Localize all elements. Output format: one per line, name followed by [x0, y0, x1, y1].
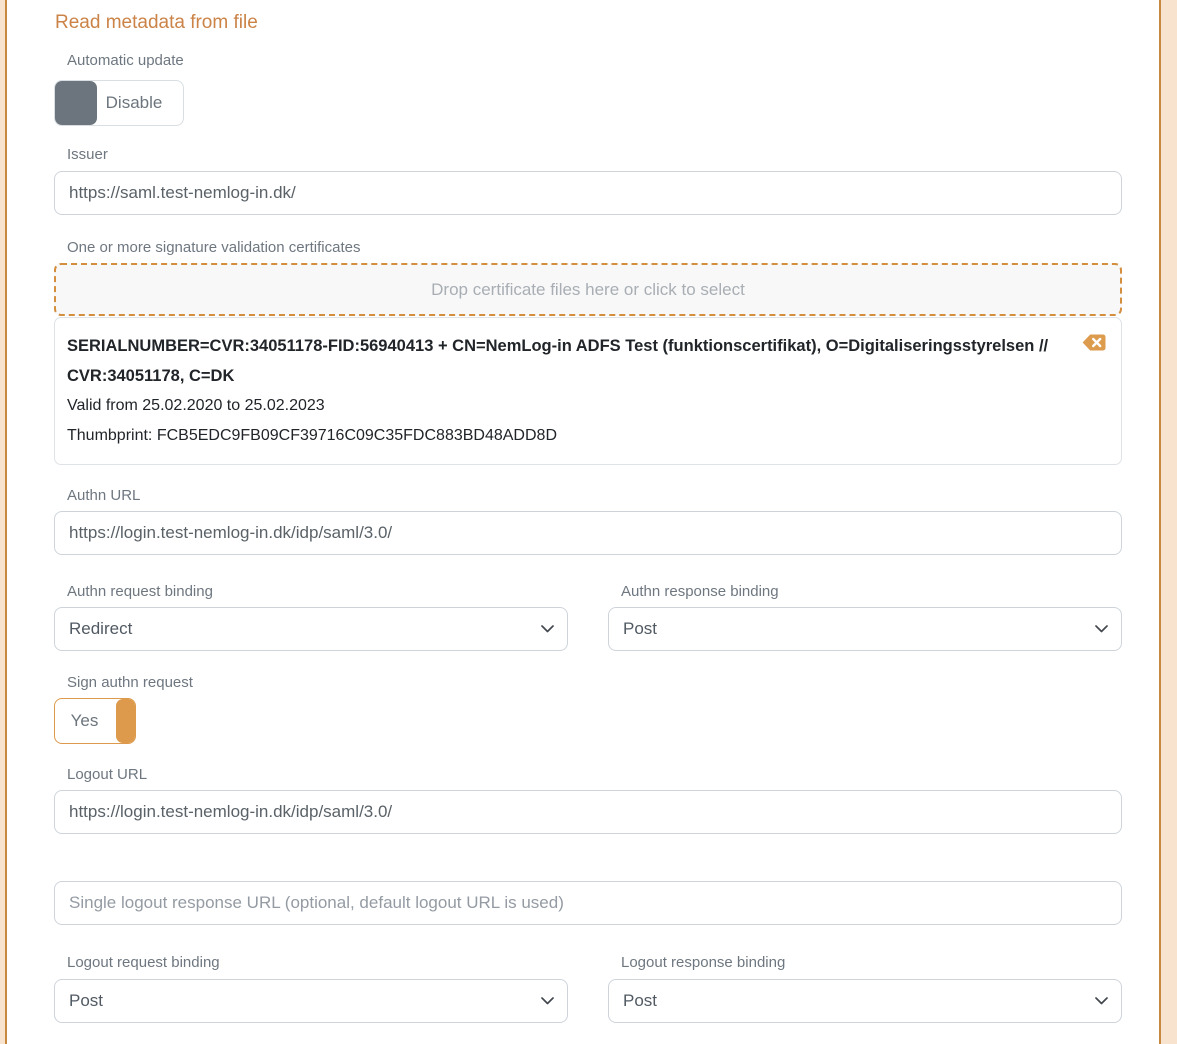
automatic-update-field: Automatic update Disable: [54, 52, 1122, 126]
automatic-update-label: Automatic update: [67, 52, 1122, 70]
authn-url-label: Authn URL: [67, 487, 1122, 505]
logout-request-binding-label: Logout request binding: [67, 954, 568, 972]
authn-response-binding-value: Post: [623, 619, 657, 639]
authn-url-field: Authn URL: [54, 487, 1122, 555]
logout-response-binding-value: Post: [623, 991, 657, 1011]
logout-bindings-row: Logout request binding Post Logout respo…: [54, 954, 1122, 1023]
logout-url-input[interactable]: [54, 790, 1122, 834]
automatic-update-toggle-label: Disable: [106, 93, 163, 113]
sign-authn-request-toggle[interactable]: Yes: [54, 698, 136, 744]
single-logout-response-url-input[interactable]: [54, 881, 1122, 925]
read-metadata-from-file-link[interactable]: Read metadata from file: [55, 12, 258, 34]
authn-response-binding-label: Authn response binding: [621, 583, 1122, 601]
chevron-down-icon: [1095, 625, 1108, 633]
authn-response-binding-field: Authn response binding Post: [608, 583, 1122, 651]
logout-url-label: Logout URL: [67, 766, 1122, 784]
chevron-down-icon: [541, 997, 554, 1005]
metadata-form-card: Read metadata from file Automatic update…: [5, 0, 1161, 1044]
certificate-thumbprint: Thumbprint: FCB5EDC9FB09CF39716C09C35FDC…: [67, 421, 1071, 451]
chevron-down-icon: [541, 625, 554, 633]
chevron-down-icon: [1095, 997, 1108, 1005]
certificate-item: SERIALNUMBER=CVR:34051178-FID:56940413 +…: [54, 317, 1122, 465]
logout-response-binding-select[interactable]: Post: [608, 979, 1122, 1023]
certificate-dropzone-placeholder: Drop certificate files here or click to …: [431, 280, 745, 300]
authn-bindings-row: Authn request binding Redirect Authn res…: [54, 583, 1122, 651]
single-logout-response-url-field: [54, 881, 1122, 925]
certificates-label: One or more signature validation certifi…: [67, 239, 1122, 257]
authn-url-input[interactable]: [54, 511, 1122, 555]
certificate-validity: Valid from 25.02.2020 to 25.02.2023: [67, 391, 1071, 421]
sign-authn-request-toggle-label: Yes: [71, 711, 99, 731]
logout-response-binding-label: Logout response binding: [621, 954, 1122, 972]
authn-request-binding-value: Redirect: [69, 619, 132, 639]
logout-response-binding-field: Logout response binding Post: [608, 954, 1122, 1023]
certificate-subject: SERIALNUMBER=CVR:34051178-FID:56940413 +…: [67, 331, 1071, 391]
sign-authn-request-label: Sign authn request: [67, 674, 1122, 692]
logout-request-binding-select[interactable]: Post: [54, 979, 568, 1023]
sign-authn-request-field: Sign authn request Yes: [54, 674, 1122, 744]
issuer-field: Issuer: [54, 146, 1122, 215]
toggle-handle: [55, 81, 97, 125]
logout-request-binding-field: Logout request binding Post: [54, 954, 568, 1023]
issuer-label: Issuer: [67, 146, 1122, 164]
logout-url-field: Logout URL: [54, 766, 1122, 834]
authn-request-binding-select[interactable]: Redirect: [54, 607, 568, 651]
issuer-input[interactable]: [54, 171, 1122, 215]
logout-request-binding-value: Post: [69, 991, 103, 1011]
toggle-handle: [116, 699, 135, 743]
authn-response-binding-select[interactable]: Post: [608, 607, 1122, 651]
remove-certificate-button[interactable]: [1082, 334, 1106, 351]
automatic-update-toggle[interactable]: Disable: [54, 80, 184, 126]
backspace-x-icon: [1082, 339, 1106, 354]
authn-request-binding-field: Authn request binding Redirect: [54, 583, 568, 651]
authn-request-binding-label: Authn request binding: [67, 583, 568, 601]
certificate-dropzone[interactable]: Drop certificate files here or click to …: [54, 263, 1122, 316]
certificates-field: One or more signature validation certifi…: [54, 239, 1122, 465]
